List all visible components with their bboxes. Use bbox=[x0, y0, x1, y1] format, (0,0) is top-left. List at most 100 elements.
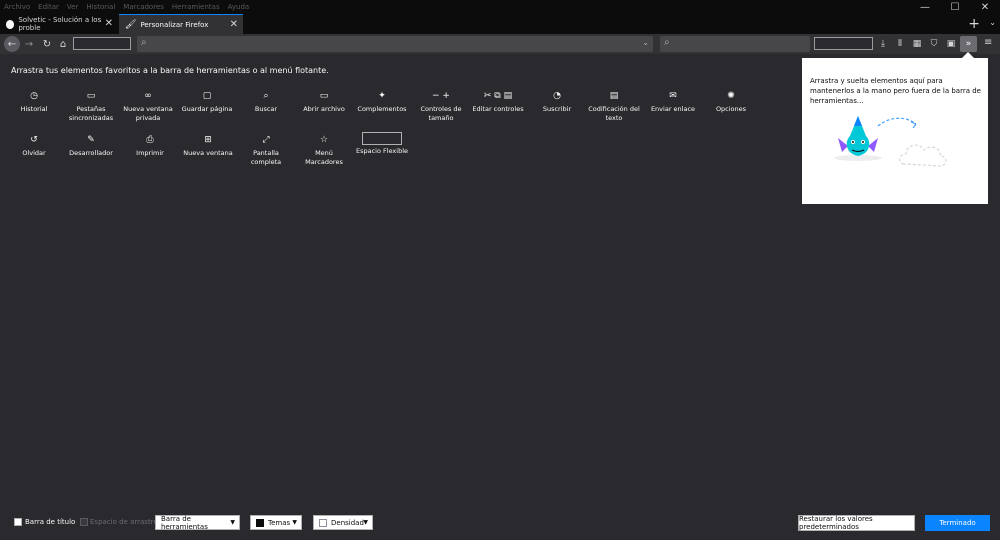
dragon-illustration bbox=[834, 116, 947, 167]
tab-title: Personalizar Firefox bbox=[140, 20, 209, 29]
palette-enviar-enlace[interactable]: ✉ Enviar enlace bbox=[645, 90, 701, 114]
panel-arrow bbox=[962, 52, 974, 58]
customize-footer: Barra de título Espacio de arrastre Barr… bbox=[0, 512, 1000, 534]
palette-controles-tamano[interactable]: − + Controles de tamaño bbox=[413, 90, 469, 123]
chevron-down-icon: ▼ bbox=[230, 519, 235, 526]
library-icon[interactable]: ⫴ bbox=[893, 37, 907, 51]
rss-icon: ◔ bbox=[553, 91, 561, 101]
palette-imprimir[interactable]: ⎙ Imprimir bbox=[122, 134, 178, 158]
palette-abrir-archivo[interactable]: ▭ Abrir archivo bbox=[296, 90, 352, 114]
menu-marcadores[interactable]: Marcadores bbox=[123, 0, 164, 14]
palette-codificacion[interactable]: ▤ Codificación del texto bbox=[586, 90, 642, 123]
back-arrow-icon[interactable]: ← bbox=[4, 36, 20, 52]
flexible-space-right[interactable] bbox=[814, 37, 873, 50]
palette-espacio-flexible[interactable]: Espacio Flexible bbox=[354, 132, 410, 156]
title-bar-checkbox[interactable] bbox=[14, 518, 22, 526]
done-button[interactable]: Terminado bbox=[925, 515, 990, 531]
shield-icon[interactable]: ⛉ bbox=[927, 37, 941, 51]
palette-guardar-pagina[interactable]: ▢ Guardar página bbox=[179, 90, 235, 114]
theme-swatch-icon bbox=[256, 518, 264, 527]
new-window-icon: ⊞ bbox=[204, 135, 212, 145]
overflow-panel: Arrastra y suelta elementos aquí para ma… bbox=[802, 52, 988, 204]
synced-tabs-icon: ▭ bbox=[86, 91, 96, 101]
overflow-panel-text: Arrastra y suelta elementos aquí para ma… bbox=[810, 77, 981, 105]
maximize-button[interactable]: ☐ bbox=[940, 0, 970, 14]
menu-ayuda[interactable]: Ayuda bbox=[228, 0, 250, 14]
wrench-icon: ✎ bbox=[87, 135, 95, 145]
forget-icon: ↺ bbox=[30, 135, 38, 145]
palette-menu-marcadores[interactable]: ☆ Menú Marcadores bbox=[296, 134, 352, 167]
text-encoding-icon: ▤ bbox=[609, 91, 619, 101]
close-tab-icon[interactable]: ✕ bbox=[230, 19, 238, 31]
folder-icon: ▢ bbox=[202, 91, 212, 101]
forward-arrow-icon[interactable]: → bbox=[22, 37, 36, 51]
drag-arrow-icon bbox=[877, 117, 917, 127]
palette-pantalla-completa[interactable]: ⤢ Pantalla completa bbox=[238, 134, 294, 167]
tab-solvetic[interactable]: Solvetic - Solución a los proble ✕ bbox=[0, 14, 118, 34]
palette-ventana-privada[interactable]: ∞ Nueva ventana privada bbox=[120, 90, 176, 123]
paintbrush-icon: 🖌 bbox=[125, 19, 137, 30]
palette-olvidar[interactable]: ↺ Olvidar bbox=[6, 134, 62, 158]
palette-suscribir[interactable]: ◔ Suscribir bbox=[529, 90, 585, 114]
window-controls: — ☐ ✕ bbox=[910, 0, 1000, 14]
search-icon: ⌕ bbox=[141, 37, 147, 48]
downloads-icon[interactable]: ⤓ bbox=[876, 37, 890, 51]
palette-opciones[interactable]: ✺ Opciones bbox=[703, 90, 759, 114]
edit-controls-icon: ✂ ⧉ ▤ bbox=[483, 91, 513, 101]
url-bar[interactable]: ⌕ ⌄ bbox=[137, 36, 653, 52]
palette-nueva-ventana[interactable]: ⊞ Nueva ventana bbox=[180, 134, 236, 158]
reload-icon[interactable]: ↻ bbox=[40, 37, 54, 51]
themes-dropdown[interactable]: Temas ▼ bbox=[250, 515, 302, 530]
menu-archivo[interactable]: Archivo bbox=[4, 0, 30, 14]
puzzle-icon: ✦ bbox=[378, 91, 386, 101]
palette-editar-controles[interactable]: ✂ ⧉ ▤ Editar controles bbox=[470, 90, 526, 114]
search-icon: ⌕ bbox=[263, 91, 269, 101]
toolbars-dropdown[interactable]: Barra de herramientas ▼ bbox=[155, 515, 240, 531]
menu-bar: Archivo Editar Ver Historial Marcadores … bbox=[0, 0, 1000, 14]
zoom-controls-icon: − + bbox=[432, 91, 450, 101]
menu-editar[interactable]: Editar bbox=[38, 0, 59, 14]
flexible-space-preview bbox=[362, 132, 402, 145]
palette-buscar[interactable]: ⌕ Buscar bbox=[238, 90, 294, 114]
close-tab-icon[interactable]: ✕ bbox=[105, 18, 113, 30]
gear-icon: ✺ bbox=[727, 91, 735, 101]
new-tab-icon[interactable]: + bbox=[968, 16, 980, 32]
density-dropdown[interactable]: Densidad ▼ bbox=[313, 515, 373, 530]
hamburger-menu-icon[interactable]: ≡ bbox=[984, 37, 992, 48]
private-mask-icon: ∞ bbox=[144, 91, 152, 101]
minimize-button[interactable]: — bbox=[910, 0, 940, 14]
drag-space-checkbox bbox=[80, 518, 88, 526]
tab-title: Solvetic - Solución a los proble bbox=[18, 16, 102, 32]
dragon-wing-left bbox=[838, 138, 848, 152]
close-window-button[interactable]: ✕ bbox=[970, 0, 1000, 14]
printer-icon: ⎙ bbox=[146, 135, 154, 145]
flexible-space-left[interactable] bbox=[73, 37, 131, 50]
open-file-icon: ▭ bbox=[319, 91, 329, 101]
palette-pestanas[interactable]: ▭ Pestañas sincronizadas bbox=[63, 90, 119, 123]
solvetic-favicon-icon bbox=[6, 19, 15, 29]
title-bar-label: Barra de título bbox=[25, 518, 76, 526]
search-icon: ⌕ bbox=[664, 37, 670, 48]
reader-icon[interactable]: ▣ bbox=[944, 37, 958, 51]
history-icon: ◷ bbox=[30, 91, 38, 101]
palette-complementos[interactable]: ✦ Complementos bbox=[354, 90, 410, 114]
fullscreen-icon: ⤢ bbox=[262, 135, 270, 145]
sidebar-icon[interactable]: ▦ bbox=[910, 37, 924, 51]
palette-desarrollador[interactable]: ✎ Desarrollador bbox=[63, 134, 119, 158]
email-icon: ✉ bbox=[669, 91, 677, 101]
chevron-down-icon[interactable]: ⌄ bbox=[989, 18, 996, 27]
restore-defaults-button[interactable]: Restaurar los valores predeterminados bbox=[798, 515, 915, 531]
overflow-menu-icon[interactable]: » bbox=[960, 36, 977, 52]
menu-historial[interactable]: Historial bbox=[86, 0, 115, 14]
menu-ver[interactable]: Ver bbox=[67, 0, 78, 14]
palette-historial[interactable]: ◷ Historial bbox=[6, 90, 62, 114]
tab-personalizar[interactable]: 🖌 Personalizar Firefox ✕ bbox=[119, 14, 243, 34]
menu-herramientas[interactable]: Herramientas bbox=[172, 0, 220, 14]
customize-instructions: Arrastra tus elementos favoritos a la ba… bbox=[11, 66, 329, 75]
tab-strip: Solvetic - Solución a los proble ✕ 🖌 Per… bbox=[0, 14, 1000, 34]
cloud-outline-icon bbox=[899, 144, 947, 167]
search-bar[interactable]: ⌕ bbox=[660, 36, 810, 52]
home-icon[interactable]: ⌂ bbox=[56, 37, 70, 51]
star-icon: ☆ bbox=[319, 135, 329, 145]
chevron-down-icon[interactable]: ⌄ bbox=[642, 38, 649, 47]
